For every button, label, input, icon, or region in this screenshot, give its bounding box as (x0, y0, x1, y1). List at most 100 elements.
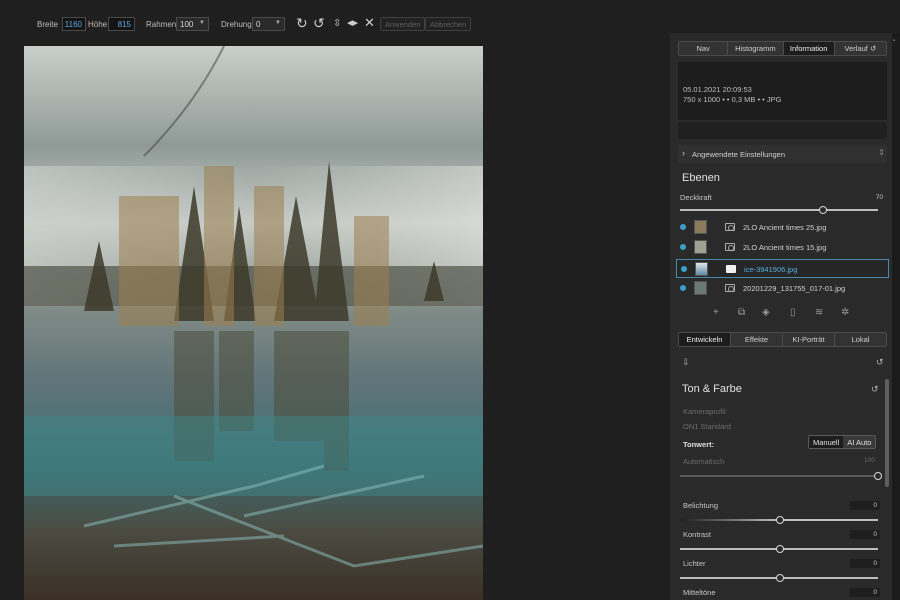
exposure-gradient (680, 519, 778, 521)
highlights-slider[interactable] (680, 574, 878, 582)
tab-effects[interactable]: Effekte (731, 333, 783, 346)
reset-icon[interactable]: ↺ (871, 384, 879, 395)
flip-horizontal-icon[interactable]: ◂▸ (347, 15, 358, 31)
layer-row-selected[interactable]: ice-3941906.jpg (676, 259, 889, 278)
tone-title: Ton & Farbe (682, 383, 742, 395)
applied-settings-row[interactable]: › Angewendete Einstellungen ⇕ (678, 145, 887, 163)
fill-icon[interactable]: ◈ (762, 307, 770, 318)
layers-title: Ebenen (682, 172, 720, 184)
right-panel: Nav Histogramm Information Verlauf ↺ 05.… (670, 33, 892, 600)
auto-slider[interactable] (680, 472, 882, 480)
apply-button[interactable]: Anwenden (380, 17, 426, 31)
layer-thumbnail (694, 220, 707, 234)
chevron-right-icon: › (682, 148, 685, 158)
layer-row[interactable]: 2LO Ancient times 25.jpg (676, 218, 889, 237)
tab-history-label: Verlauf (844, 44, 868, 53)
frame-select[interactable]: 100 ▼ (176, 17, 209, 31)
visibility-dot[interactable] (680, 244, 686, 250)
ai-auto-button[interactable]: AI Auto (843, 436, 876, 448)
layer-name: ice-3941906.jpg (744, 265, 798, 274)
right-edge-strip: ▪ (892, 33, 900, 600)
add-layer-icon[interactable]: + (713, 307, 719, 318)
flip-vertical-icon[interactable]: ⇳ (333, 16, 341, 32)
rotate-cw-icon[interactable]: ↻ (296, 15, 308, 31)
opacity-slider-knob[interactable] (819, 206, 827, 214)
import-icon[interactable]: ⇩ (682, 357, 690, 368)
layers-stack-icon[interactable]: ≋ (815, 307, 823, 318)
photo-image (24, 46, 483, 600)
highlights-value[interactable]: 0 (850, 559, 880, 568)
crop-toolbar: Breite 1160 Höhe 815 Rahmen 100 ▼ Drehun… (0, 0, 670, 46)
rotation-label: Drehung (221, 20, 252, 29)
reset-icon[interactable]: ↺ (876, 357, 884, 368)
document-icon[interactable]: ▯ (790, 307, 796, 318)
midtones-value[interactable]: 0 (850, 588, 880, 597)
exposure-value[interactable]: 0 (850, 501, 880, 510)
width-input[interactable]: 1160 (62, 17, 86, 31)
highlights-slider-knob[interactable] (776, 574, 784, 582)
gear-icon[interactable]: ✲ (841, 307, 849, 318)
opacity-slider[interactable] (680, 206, 878, 214)
updown-icon: ⇕ (878, 148, 885, 157)
tonwert-toggle: Manuell AI Auto (808, 435, 877, 449)
manual-button[interactable]: Manuell (809, 436, 844, 448)
fit-icon[interactable]: ✕ (364, 15, 375, 31)
undo-icon: ↺ (869, 44, 877, 53)
height-input[interactable]: 815 (108, 17, 135, 31)
cancel-button[interactable]: Abbrechen (425, 17, 472, 31)
tab-ai-portrait[interactable]: KI-Porträt (783, 333, 835, 346)
edge-icon: ▪ (893, 38, 896, 44)
layer-row[interactable]: 2LO Ancient times 15.jpg (676, 238, 889, 257)
exposure-label: Belichtung (683, 501, 719, 510)
tab-develop[interactable]: Entwickeln (679, 333, 731, 346)
layer-thumbnail (694, 240, 707, 254)
applied-settings-label: Angewendete Einstellungen (692, 150, 785, 159)
frame-label: Rahmen (146, 20, 177, 29)
visibility-dot[interactable] (681, 266, 687, 272)
contrast-label: Kontrast (683, 530, 711, 539)
tonwert-label: Tonwert: (683, 440, 715, 449)
tab-nav[interactable]: Nav (679, 42, 729, 55)
contrast-slider[interactable] (680, 545, 878, 553)
info-box: 05.01.2021 20:09:53 750 x 1000 • • 0,3 M… (678, 62, 887, 120)
layer-thumbnail (695, 262, 708, 276)
chevron-down-icon: ▼ (275, 20, 281, 26)
auto-value[interactable]: 100 (864, 457, 875, 464)
camera-profile-label: Kameraprofil: (683, 407, 728, 416)
mask-icon (725, 243, 735, 251)
exposure-slider-knob[interactable] (776, 516, 784, 524)
visibility-dot[interactable] (680, 285, 686, 291)
tab-history[interactable]: Verlauf ↺ (835, 42, 886, 55)
mask-icon (725, 284, 735, 292)
auto-slider-knob[interactable] (874, 472, 882, 480)
exposure-slider[interactable] (680, 516, 878, 524)
opacity-label: Deckkraft (680, 193, 712, 202)
layer-tools: + ⧉ ◈ ▯ ≋ ✲ (678, 307, 887, 321)
chevron-down-icon: ▼ (199, 20, 205, 26)
opacity-value[interactable]: 70 (856, 193, 886, 202)
rotation-select-value: 0 (256, 20, 261, 29)
contrast-slider-knob[interactable] (776, 545, 784, 553)
visibility-dot[interactable] (680, 224, 686, 230)
auto-label: Automatisch (683, 457, 725, 466)
rotation-select[interactable]: 0 ▼ (252, 17, 285, 31)
mode-tabs: Entwickeln Effekte KI-Porträt Lokal (678, 332, 887, 347)
tab-histogram[interactable]: Histogramm (728, 42, 784, 55)
contrast-value[interactable]: 0 (850, 530, 880, 539)
info-empty-bar (678, 122, 887, 139)
photo-canvas[interactable] (24, 46, 483, 600)
width-label: Breite (37, 20, 58, 29)
layer-row[interactable]: 20201229_131755_017-01.jpg (676, 279, 889, 298)
camera-profile-value[interactable]: ON1 Standard (683, 422, 731, 431)
tab-local[interactable]: Lokal (835, 333, 886, 346)
rotate-ccw-icon[interactable]: ↺ (313, 15, 325, 31)
highlights-label: Lichter (683, 559, 706, 568)
tab-information[interactable]: Information (783, 42, 835, 55)
panel-scrollbar[interactable] (885, 379, 889, 487)
frame-select-value: 100 (180, 20, 194, 29)
midtones-label: Mitteltöne (683, 588, 716, 597)
info-specs: 750 x 1000 • • 0,3 MB • • JPG (683, 95, 782, 104)
info-tabs: Nav Histogramm Information Verlauf ↺ (678, 41, 887, 56)
mask-icon (725, 223, 735, 231)
duplicate-layer-icon[interactable]: ⧉ (738, 307, 745, 318)
